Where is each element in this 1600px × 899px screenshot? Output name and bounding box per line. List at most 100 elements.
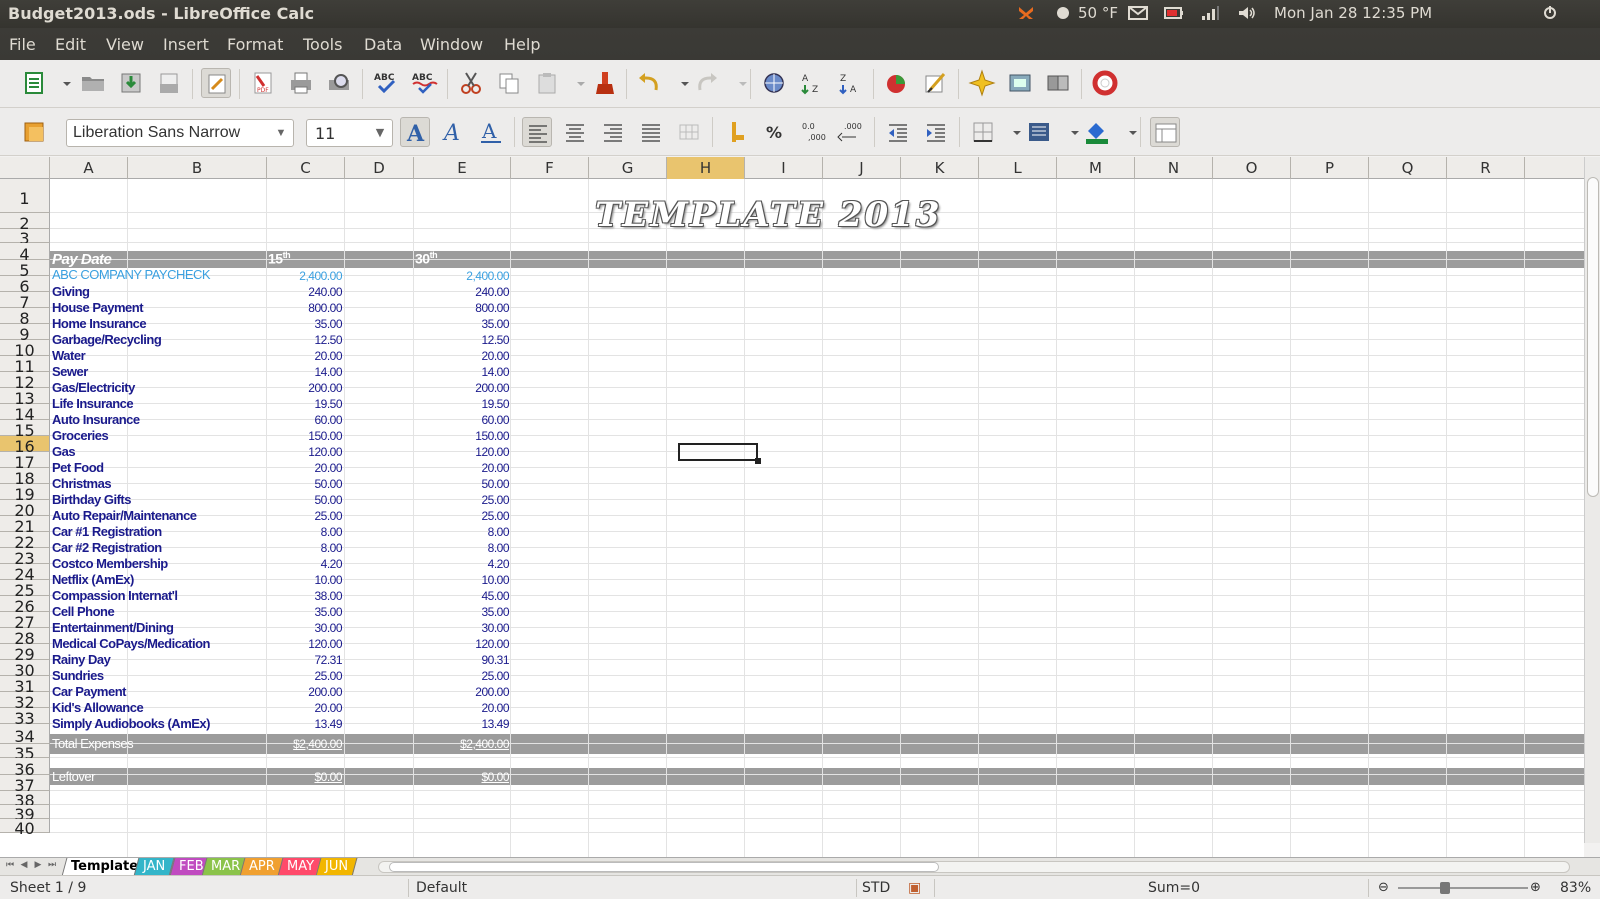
row-header-21[interactable]: 21 xyxy=(0,516,50,536)
expense-amount-30[interactable]: 45.00 xyxy=(430,589,509,603)
background-color-icon[interactable] xyxy=(1082,117,1112,147)
income-label[interactable]: ABC COMPANY PAYCHECK xyxy=(52,267,211,282)
horizontal-scrollbar[interactable] xyxy=(378,861,1570,873)
selected-cell[interactable] xyxy=(678,443,758,461)
align-left-icon[interactable] xyxy=(522,117,552,147)
expense-amount-15[interactable]: 60.00 xyxy=(268,413,342,427)
row-header-19[interactable]: 19 xyxy=(0,484,50,504)
menu-insert[interactable]: Insert xyxy=(163,35,209,54)
expense-amount-15[interactable]: 800.00 xyxy=(268,301,342,315)
column-header-q[interactable]: Q xyxy=(1369,157,1447,179)
hyperlink-icon[interactable] xyxy=(759,68,789,98)
row-header-24[interactable]: 24 xyxy=(0,564,50,584)
select-all-corner[interactable] xyxy=(0,157,50,179)
expense-label[interactable]: Gas/Electricity xyxy=(52,380,135,395)
expense-label[interactable]: Sewer xyxy=(52,364,88,379)
borders-dropdown-icon[interactable] xyxy=(1002,117,1021,147)
column-header-f[interactable]: F xyxy=(511,157,589,179)
row-header-16[interactable]: 16 xyxy=(0,436,50,456)
expense-amount-15[interactable]: 240.00 xyxy=(268,285,342,299)
row-header-7[interactable]: 7 xyxy=(0,292,50,312)
expense-label[interactable]: Netflix (AmEx) xyxy=(52,572,134,587)
row-header-30[interactable]: 30 xyxy=(0,660,50,680)
expense-amount-30[interactable]: 30.00 xyxy=(430,621,509,635)
expense-amount-30[interactable]: 90.31 xyxy=(430,653,509,667)
expense-amount-30[interactable]: 120.00 xyxy=(430,637,509,651)
sheet-tab-jan[interactable]: JAN xyxy=(133,858,175,876)
weather-text[interactable]: 50 °F xyxy=(1078,4,1118,22)
expense-label[interactable]: Gas xyxy=(52,444,76,459)
zoom-slider[interactable] xyxy=(1398,887,1528,889)
row-header-1[interactable]: 1 xyxy=(0,179,50,213)
pay-date-label[interactable]: Pay Date xyxy=(52,251,112,268)
expense-amount-30[interactable]: 25.00 xyxy=(430,509,509,523)
styles-icon[interactable] xyxy=(20,117,50,147)
expense-label[interactable]: Entertainment/Dining xyxy=(52,620,174,635)
row-header-9[interactable]: 9 xyxy=(0,324,50,344)
column-header-d[interactable]: D xyxy=(345,157,414,179)
spreadsheet-grid[interactable]: ABCDEFGHIJKLMNOPQR 1 2 3 4 5 6 7 8 9 10 11 12 13 14 15… xyxy=(0,157,1584,857)
expense-amount-30[interactable]: 35.00 xyxy=(430,317,509,331)
expense-label[interactable]: Pet Food xyxy=(52,460,104,475)
expense-label[interactable]: Costco Membership xyxy=(52,556,168,571)
expense-label[interactable]: Car #2 Registration xyxy=(52,540,162,555)
expense-label[interactable]: Water xyxy=(52,348,86,363)
underline-icon[interactable]: A xyxy=(476,117,506,147)
expense-amount-30[interactable]: 240.00 xyxy=(430,285,509,299)
column-header-b[interactable]: B xyxy=(128,157,267,179)
increase-indent-icon[interactable] xyxy=(921,117,951,147)
copy-icon[interactable] xyxy=(494,68,524,98)
line-style-icon[interactable] xyxy=(1024,117,1054,147)
expense-label[interactable]: Rainy Day xyxy=(52,652,111,667)
expense-amount-15[interactable]: 8.00 xyxy=(268,525,343,539)
gallery-icon[interactable] xyxy=(1005,68,1035,98)
expense-amount-30[interactable]: 35.00 xyxy=(430,605,509,619)
spellcheck-icon[interactable]: ABC xyxy=(371,68,401,98)
expense-amount-15[interactable]: 200.00 xyxy=(268,685,342,699)
help-icon[interactable] xyxy=(1090,68,1120,98)
expense-amount-15[interactable]: 50.00 xyxy=(268,477,342,491)
expense-label[interactable]: Sundries xyxy=(52,668,104,683)
expense-amount-30[interactable]: 60.00 xyxy=(430,413,509,427)
income-30[interactable]: 2,400.00 xyxy=(430,269,509,283)
open-folder-icon[interactable] xyxy=(78,68,108,98)
expense-amount-30[interactable]: 10.00 xyxy=(430,573,509,587)
expense-amount-30[interactable]: 150.00 xyxy=(430,429,509,443)
first-sheet-icon[interactable]: ⏮ xyxy=(4,860,16,874)
new-dropdown-icon[interactable] xyxy=(52,68,71,98)
align-right-icon[interactable] xyxy=(598,117,628,147)
row-header-38[interactable]: 38 xyxy=(0,791,50,810)
expense-amount-15[interactable]: 35.00 xyxy=(268,317,342,331)
total-label[interactable]: Total Expenses xyxy=(52,736,134,751)
new-document-icon[interactable] xyxy=(20,68,50,98)
expense-amount-15[interactable]: 25.00 xyxy=(268,509,342,523)
column-header-m[interactable]: M xyxy=(1057,157,1135,179)
paste-icon[interactable] xyxy=(532,68,562,98)
menu-window[interactable]: Window xyxy=(420,35,483,54)
column-header-c[interactable]: C xyxy=(267,157,345,179)
row-header-2[interactable]: 2 xyxy=(0,213,50,233)
zoom-slider-thumb[interactable] xyxy=(1440,882,1450,894)
expense-amount-30[interactable]: 25.00 xyxy=(430,493,509,507)
network-icon[interactable] xyxy=(1200,5,1220,21)
expense-label[interactable]: Medical CoPays/Medication xyxy=(52,636,211,651)
row-header-17[interactable]: 17 xyxy=(0,452,50,472)
borders-icon[interactable] xyxy=(968,117,998,147)
mail-icon[interactable] xyxy=(1128,5,1148,21)
expense-label[interactable]: Home Insurance xyxy=(52,316,147,331)
clone-formatting-icon[interactable] xyxy=(590,68,620,98)
row-header-40[interactable]: 40 xyxy=(0,819,50,838)
column-header-e[interactable]: E xyxy=(414,157,511,179)
decrease-indent-icon[interactable] xyxy=(883,117,913,147)
expense-label[interactable]: House Payment xyxy=(52,300,144,315)
save-icon[interactable] xyxy=(116,68,146,98)
expense-amount-30[interactable]: 4.20 xyxy=(430,557,510,571)
export-pdf-icon[interactable]: PDF xyxy=(248,68,278,98)
total-15[interactable]: $2,400.00 xyxy=(268,737,342,751)
next-sheet-icon[interactable]: ▶ xyxy=(32,860,44,874)
column-header-p[interactable]: P xyxy=(1291,157,1369,179)
font-name-combobox[interactable]: Liberation Sans Narrow ▼ xyxy=(66,119,294,147)
print-preview-icon[interactable] xyxy=(324,68,354,98)
row-header-20[interactable]: 20 xyxy=(0,500,50,520)
sheet-tab-jun[interactable]: JUN xyxy=(315,858,358,876)
